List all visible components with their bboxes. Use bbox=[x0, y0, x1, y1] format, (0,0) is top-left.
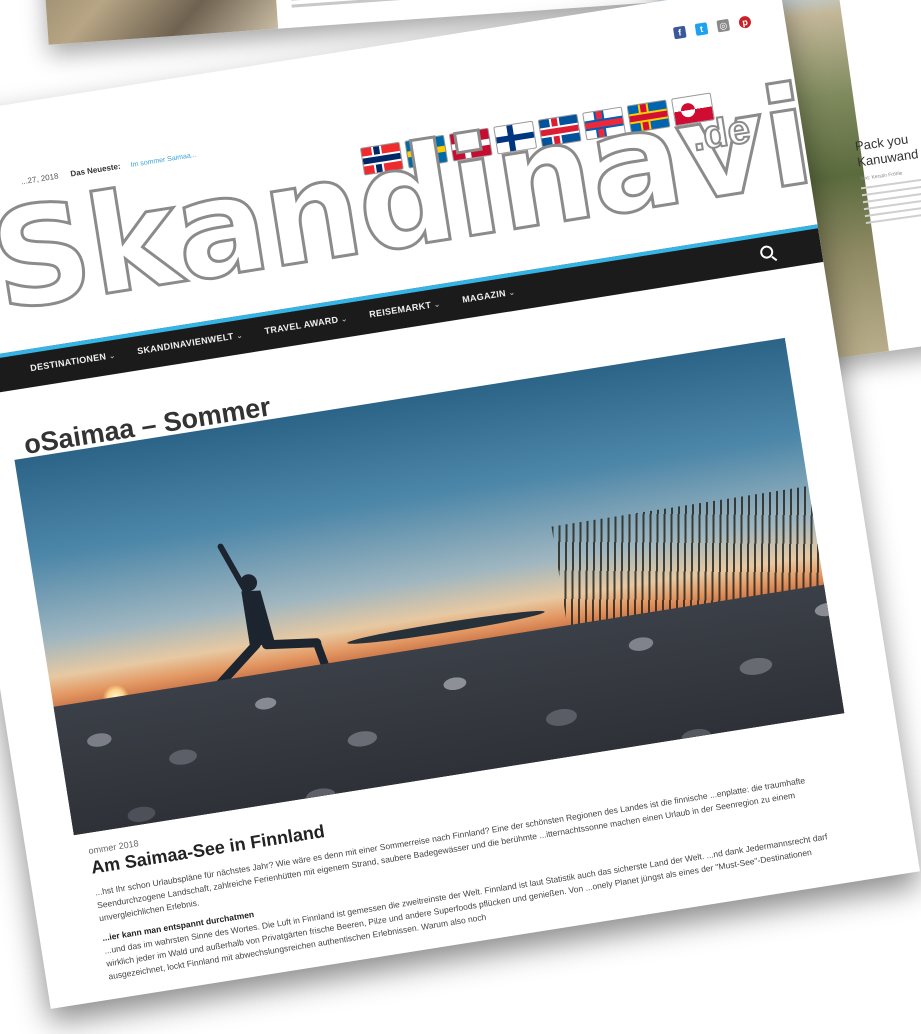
background-photo bbox=[40, 0, 279, 45]
instagram-icon[interactable]: ◎ bbox=[716, 18, 731, 33]
teaser-title[interactable]: Pack you Kanuwand bbox=[854, 118, 921, 171]
site-logo-tld: .de bbox=[688, 106, 754, 160]
nav-magazin[interactable]: MAGAZIN bbox=[461, 286, 516, 305]
main-page: f t ◎ p ...27, 2018 Das Neueste: Im somm… bbox=[0, 0, 920, 1009]
nav-reisemarkt[interactable]: REISEMARKT bbox=[369, 298, 442, 320]
background-text-lines bbox=[291, 0, 631, 12]
social-icons: f t ◎ p bbox=[672, 15, 752, 40]
search-icon[interactable] bbox=[759, 244, 775, 260]
nav-travel-award[interactable]: TRAVEL AWARD bbox=[264, 313, 348, 337]
twitter-icon[interactable]: t bbox=[694, 22, 709, 36]
pinterest-icon[interactable]: p bbox=[738, 15, 752, 30]
nav-destinationen[interactable]: DESTINATIONEN bbox=[30, 350, 117, 373]
facebook-icon[interactable]: f bbox=[672, 25, 687, 40]
nav-skandinavienwelt[interactable]: SKANDINAVIENWELT bbox=[136, 330, 243, 356]
teaser-panel: Pack you Kanuwand Text: Kerstin Fröhle bbox=[854, 118, 921, 229]
